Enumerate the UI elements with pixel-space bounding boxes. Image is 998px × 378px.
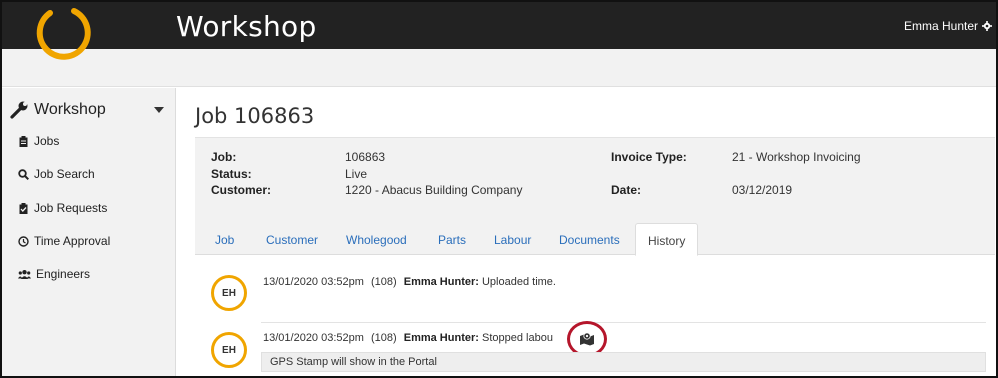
clipboard-icon xyxy=(19,135,28,147)
chevron-down-icon xyxy=(154,107,164,113)
sidebar-item-job-requests[interactable]: Job Requests xyxy=(18,198,107,218)
sidebar-item-label: Job Requests xyxy=(34,201,108,215)
main-content: Job 106863 Job: 106863 Status: Live Cust… xyxy=(177,88,996,376)
tab-labour[interactable]: Labour xyxy=(494,233,531,247)
gps-note: GPS Stamp will show in the Portal xyxy=(261,352,986,372)
history-timestamp: 13/01/2020 03:52pm xyxy=(263,332,364,344)
app-title: Workshop xyxy=(176,10,317,43)
status-label: Status: xyxy=(211,167,252,181)
tab-job[interactable]: Job xyxy=(215,233,234,247)
history-message: Uploaded time. xyxy=(481,276,556,288)
top-bar: Workshop Emma Hunter xyxy=(2,2,996,49)
clock-icon xyxy=(18,235,29,247)
history-entry: 13/01/2020 03:52pm (108) Emma Hunter: Up… xyxy=(263,276,556,288)
history-ref: (108) xyxy=(370,276,397,288)
sidebar-item-label: Job Search xyxy=(34,167,95,181)
sidebar-item-time-approval[interactable]: Time Approval xyxy=(18,231,110,251)
sidebar-section-label: Workshop xyxy=(34,101,106,118)
job-value: 106863 xyxy=(345,150,386,164)
sidebar-item-label: Time Approval xyxy=(34,234,111,248)
history-timestamp: 13/01/2020 03:52pm xyxy=(263,276,364,288)
sidebar-item-engineers[interactable]: Engineers xyxy=(18,264,90,284)
sidebar-item-label: Engineers xyxy=(36,267,91,281)
history-entry: 13/01/2020 03:52pm (108) Emma Hunter: St… xyxy=(263,332,553,344)
divider xyxy=(261,322,986,323)
sidebar-item-label: Jobs xyxy=(34,134,60,148)
date-value: 03/12/2019 xyxy=(732,183,793,197)
clipboard-check-icon xyxy=(19,202,28,214)
tab-parts[interactable]: Parts xyxy=(438,233,466,247)
history-user: Emma Hunter: xyxy=(403,276,479,288)
customer-value: 1220 - Abacus Building Company xyxy=(345,183,523,197)
user-menu[interactable]: Emma Hunter xyxy=(904,19,992,33)
search-icon xyxy=(18,168,29,180)
sidebar: Workshop Jobs Job Search Job Requests Ti… xyxy=(2,88,176,376)
map-marker-icon xyxy=(580,332,594,346)
users-icon xyxy=(18,269,31,279)
sidebar-item-jobs[interactable]: Jobs xyxy=(18,131,59,151)
tab-documents[interactable]: Documents xyxy=(559,233,620,247)
app-window: Workshop Emma Hunter Workshop Jobs Job S… xyxy=(0,0,998,378)
gear-icon xyxy=(982,21,992,31)
tab-history[interactable]: History xyxy=(635,223,699,256)
invoice-type-label: Invoice Type: xyxy=(611,150,687,164)
user-name: Emma Hunter xyxy=(903,19,978,33)
avatar: EH xyxy=(211,332,247,368)
logo[interactable] xyxy=(28,2,98,66)
customer-label: Customer: xyxy=(211,183,272,197)
invoice-type-value: 21 - Workshop Invoicing xyxy=(732,150,861,164)
avatar: EH xyxy=(211,275,247,311)
job-info-panel: Job: 106863 Status: Live Customer: 1220 … xyxy=(195,137,995,209)
tab-bar: Job Customer Wholegood Parts Labour Docu… xyxy=(195,209,995,256)
history-user: Emma Hunter: xyxy=(403,332,479,344)
history-message: Stopped labou xyxy=(481,332,553,344)
page-title: Job 106863 xyxy=(195,104,315,128)
sidebar-item-job-search[interactable]: Job Search xyxy=(18,164,95,184)
tab-customer[interactable]: Customer xyxy=(266,233,318,247)
sub-header-bar xyxy=(2,49,996,87)
status-value: Live xyxy=(345,167,368,181)
date-label: Date: xyxy=(611,183,642,197)
sidebar-section-workshop[interactable]: Workshop xyxy=(10,98,166,122)
job-label: Job: xyxy=(211,150,237,164)
wrench-icon xyxy=(10,101,28,119)
history-ref: (108) xyxy=(370,332,397,344)
tab-wholegood[interactable]: Wholegood xyxy=(346,233,407,247)
